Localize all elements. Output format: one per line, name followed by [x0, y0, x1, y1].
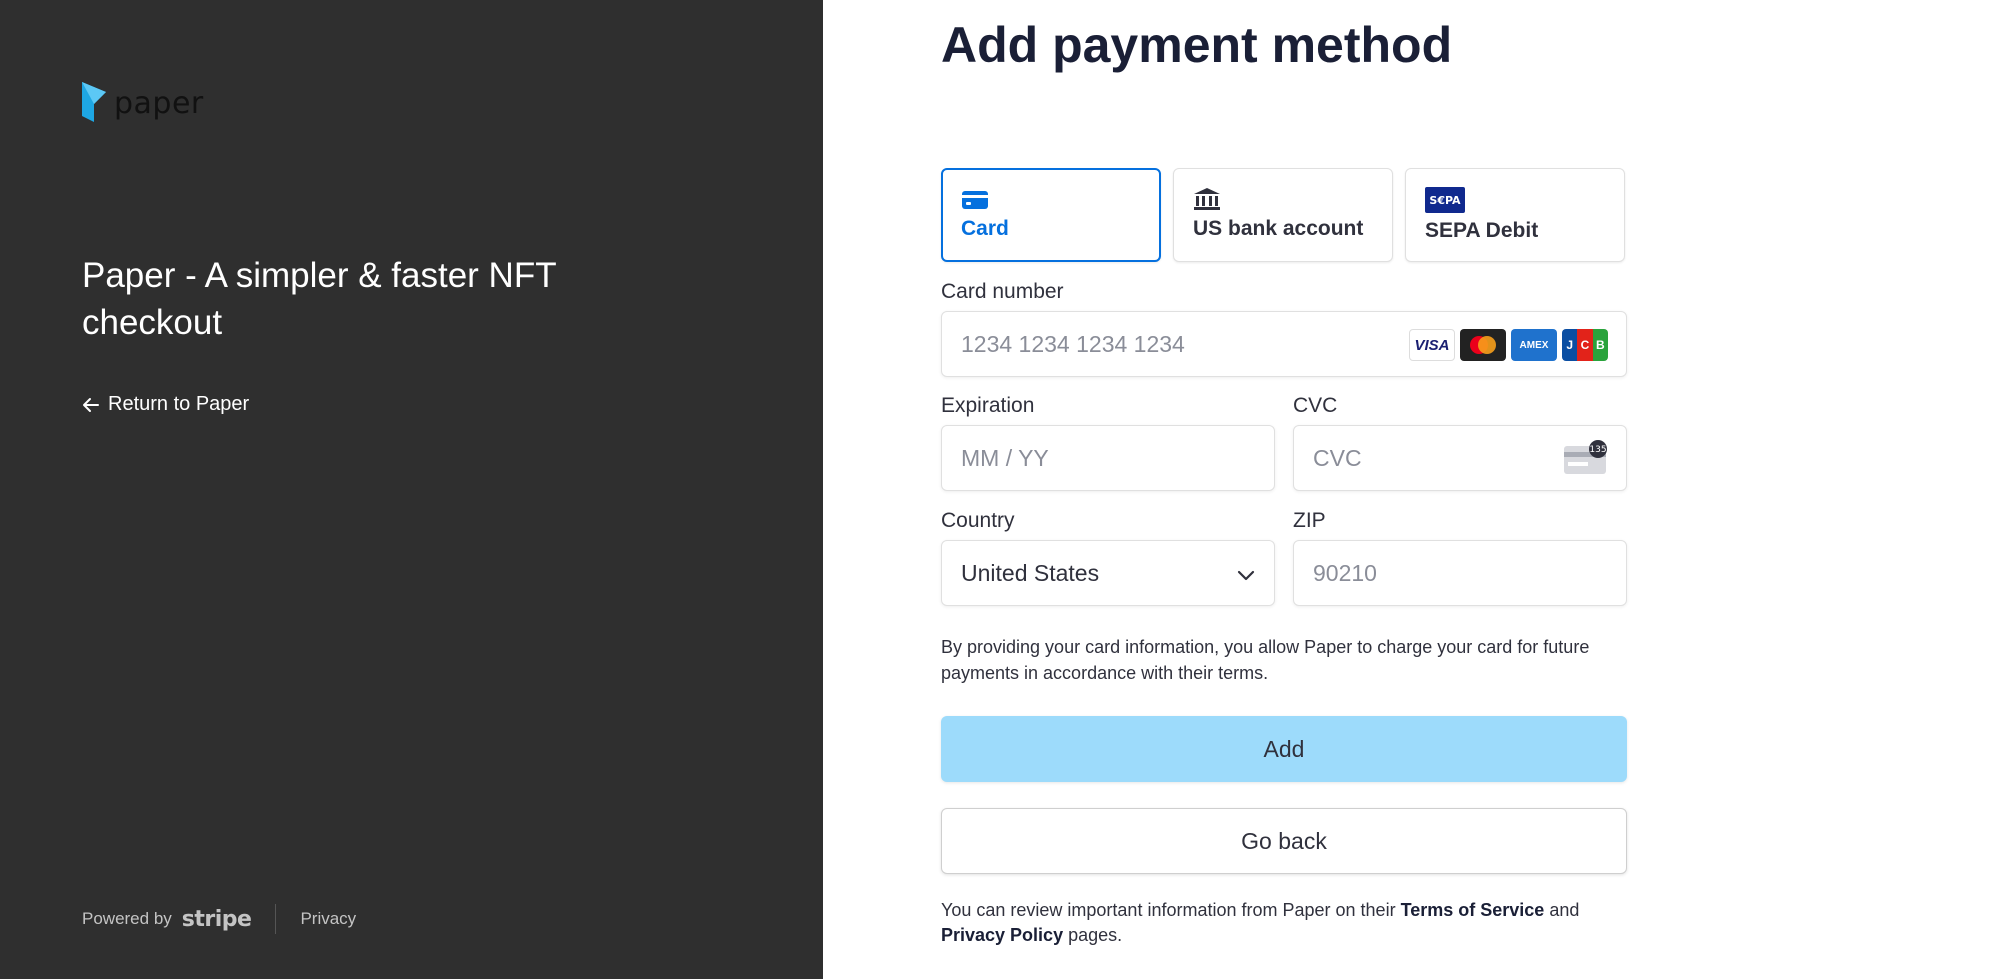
tab-card-label: Card — [961, 217, 1009, 240]
chevron-down-icon — [1237, 570, 1255, 581]
cvc-card-icon: 135 — [1564, 440, 1607, 474]
cvc-placeholder: CVC — [1313, 444, 1362, 471]
payment-form-panel: Add payment method Card US bank account — [823, 0, 2000, 979]
cvc-label: CVC — [1293, 394, 1338, 417]
card-authorization-notice: By providing your card information, you … — [941, 637, 1590, 683]
tab-us-bank-label: US bank account — [1193, 217, 1364, 240]
tab-us-bank-account[interactable]: US bank account — [1173, 168, 1393, 262]
legal-prefix: You can review important information fro… — [941, 900, 1396, 920]
sepa-icon: S€PA — [1425, 187, 1465, 213]
card-number-placeholder: 1234 1234 1234 1234 — [961, 330, 1185, 357]
zip-input[interactable]: 90210 — [1293, 540, 1627, 606]
logo-text: paper — [114, 85, 204, 121]
jcb-icon: J C B — [1562, 329, 1608, 361]
card-brands: VISA AMEX J C B — [1409, 329, 1608, 361]
tab-card[interactable]: Card — [941, 168, 1161, 262]
mastercard-icon — [1460, 329, 1506, 361]
credit-card-icon — [962, 191, 988, 209]
go-back-button[interactable]: Go back — [941, 808, 1627, 874]
zip-label: ZIP — [1293, 509, 1326, 532]
card-number-input[interactable]: 1234 1234 1234 1234 VISA AMEX J C B — [941, 311, 1627, 377]
powered-by-label: Powered by — [82, 909, 172, 928]
privacy-policy-link[interactable]: Privacy Policy — [941, 925, 1063, 945]
terms-of-service-link[interactable]: Terms of Service — [1401, 900, 1545, 920]
privacy-link[interactable]: Privacy — [300, 909, 356, 929]
legal-suffix: pages. — [1068, 925, 1123, 945]
bank-icon — [1194, 188, 1220, 210]
sidebar-headline: Paper - A simpler & faster NFT checkout — [82, 256, 556, 342]
stripe-logo: stripe — [181, 906, 252, 932]
expiration-input[interactable]: MM / YY — [941, 425, 1275, 491]
tab-sepa-debit[interactable]: S€PA SEPA Debit — [1405, 168, 1625, 262]
tab-sepa-label: SEPA Debit — [1425, 219, 1539, 242]
amex-icon: AMEX — [1511, 329, 1557, 361]
add-button[interactable]: Add — [941, 716, 1627, 782]
paper-logo-icon — [82, 82, 106, 122]
expiration-placeholder: MM / YY — [961, 444, 1049, 471]
svg-text:S€PA: S€PA — [1429, 194, 1461, 207]
card-number-label: Card number — [941, 280, 1064, 303]
sidebar-panel: paper Paper - A simpler & faster NFT che… — [0, 0, 823, 979]
country-select[interactable]: United States — [941, 540, 1275, 606]
cvc-icon-text: 135 — [1589, 445, 1606, 455]
footer-divider — [275, 904, 277, 934]
paper-logo[interactable]: paper — [82, 82, 204, 124]
page-title: Add payment method — [941, 17, 1453, 73]
visa-icon: VISA — [1409, 329, 1455, 361]
legal-and: and — [1549, 900, 1580, 920]
legal-notice: You can review important information fro… — [941, 898, 1641, 948]
sidebar-footer: Powered by stripe Privacy — [82, 904, 356, 934]
expiration-label: Expiration — [941, 394, 1035, 417]
arrow-left-icon — [83, 397, 99, 412]
return-link[interactable]: Return to Paper — [82, 393, 249, 416]
country-value: United States — [961, 559, 1100, 586]
zip-placeholder: 90210 — [1313, 559, 1377, 586]
cvc-input[interactable]: CVC 135 — [1293, 425, 1627, 491]
payment-method-tabs: Card US bank account S€PA SEPA Debit — [941, 168, 1625, 262]
country-label: Country — [941, 509, 1015, 532]
return-link-label: Return to Paper — [108, 393, 250, 415]
powered-by-stripe[interactable]: Powered by stripe — [82, 906, 252, 932]
